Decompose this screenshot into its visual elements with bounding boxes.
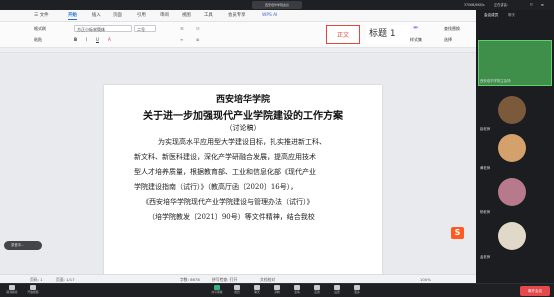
font-size-select[interactable]: 二号 (134, 25, 156, 32)
members-button[interactable]: 成员 (228, 284, 246, 297)
tab-view[interactable]: 视图 (182, 12, 191, 20)
meeting-title[interactable]: 西安培华学院会议 (252, 1, 302, 9)
avatar[interactable] (498, 134, 526, 162)
participant-name: 西安培华学院主会场 (480, 79, 511, 83)
speaker-indicator: 正在讲话： (494, 3, 510, 7)
participant-name: 孟老师 (480, 255, 491, 259)
tab-page[interactable]: 页面 (113, 12, 122, 20)
style-brush-icon[interactable]: ✒ (413, 25, 419, 32)
document-canvas: 西安培华学院 关于进一步加强现代产业学院建设的工作方案 （讨论稿） 为实现高水平… (0, 53, 476, 274)
doc-title: 关于进一步加强现代产业学院建设的工作方案 (143, 111, 343, 122)
avatar[interactable] (498, 178, 526, 206)
tab-home[interactable]: 开始 (68, 12, 77, 20)
record-button[interactable]: 录制 (268, 284, 286, 297)
avatar[interactable] (498, 222, 526, 250)
menu-tab-bar: 三 文件 开始 插入 页面 引用 审阅 视图 工具 会员专享 WPS AI (0, 10, 476, 22)
tab-members[interactable]: 会议成员 (484, 12, 498, 19)
status-doc-check[interactable]: 文档校对 (260, 276, 275, 283)
align-icon[interactable]: ≡ (180, 36, 183, 43)
format-painter-button[interactable]: 格式刷 (34, 25, 46, 32)
style-body-button[interactable]: 正文 (326, 25, 360, 44)
apps-button[interactable]: 应用 (308, 284, 326, 297)
wps-writer-window: 三 文件 开始 插入 页面 引用 审阅 视图 工具 会员专享 WPS AI 格式… (0, 10, 476, 283)
status-spell[interactable]: 拼写检查: 打开 (212, 276, 237, 283)
layout-icon[interactable]: ⊞ (541, 2, 544, 8)
share-screen-button[interactable]: 共享屏幕 (208, 284, 226, 297)
doc-line: （培学院教发〔2021〕90号）等文件精神，结合我校 (148, 213, 315, 221)
tab-member[interactable]: 会员专享 (228, 12, 246, 20)
underline-button[interactable]: U (96, 36, 99, 43)
doc-subtitle: （讨论稿） (225, 124, 261, 132)
avatar[interactable] (498, 96, 526, 124)
meeting-control-bar: 取消静音 开启视频 共享屏幕 成员 聊天 录制 表情 应用 设置 更多 离开会议 (0, 283, 554, 297)
doc-line: 型人才培养质量，根据教育部、工业和信息化部《现代产业 (134, 168, 316, 176)
video-button[interactable]: 开启视频 (24, 284, 42, 297)
font-family-select[interactable]: 方正小标宋简体 (74, 25, 132, 32)
network-speed: 370KB/6KB/s (464, 3, 485, 7)
screen: 西安培华学院会议 370KB/6KB/s 正在讲话： ☷ ⊞ 三 文件 开始 插… (0, 0, 554, 297)
document-page[interactable]: 西安培华学院 关于进一步加强现代产业学院建设的工作方案 （讨论稿） 为实现高水平… (104, 85, 382, 274)
zoom-level[interactable]: 100% (420, 276, 431, 283)
italic-button[interactable]: I (86, 36, 87, 43)
tab-reference[interactable]: 引用 (137, 12, 146, 20)
find-replace-button[interactable]: 查找替换 (444, 25, 460, 32)
tab-tools[interactable]: 工具 (204, 12, 213, 20)
participants-panel: 会议成员 聊天 西安培华学院主会场 赵老师 黄老师 杨老师 孟老师 (476, 10, 554, 283)
tab-review[interactable]: 审阅 (160, 12, 169, 20)
style-heading1-button[interactable]: 标题 1 (366, 25, 410, 44)
paste-button[interactable]: 粘贴 (34, 36, 42, 43)
font-color-button[interactable]: A (108, 36, 111, 43)
status-bar: 页码: 1 页面: 1/17 字数: 8678 拼写检查: 打开 文档校对 10… (0, 274, 476, 283)
doc-school-name: 西安培华学院 (215, 95, 270, 105)
wps-s-icon[interactable]: S (451, 227, 464, 239)
more-button[interactable]: 更多 (348, 284, 366, 297)
bold-button[interactable]: B (74, 36, 77, 43)
select-button[interactable]: 选择 (444, 36, 452, 43)
tab-wps-ai[interactable]: WPS AI (262, 12, 277, 20)
tab-insert[interactable]: 插入 (92, 12, 101, 20)
settings-button[interactable]: 设置 (328, 284, 346, 297)
style-set-button[interactable]: 样式集 (410, 36, 422, 43)
ribbon-toolbar: 格式刷 粘贴 方正小标宋简体 二号 B I U A ☰ ☷ ≡ ≣ 正文 标题 … (0, 22, 476, 48)
doc-line: 《西安培华学院现代产业学院建设与管理办法（试行）》 (142, 198, 314, 206)
doc-line: 为实现高水平应用型大学建设目标，扎实推进新工科、 (158, 138, 326, 146)
grid-view-icon[interactable]: ☷ (530, 2, 533, 8)
justify-icon[interactable]: ≣ (196, 36, 199, 43)
mute-button[interactable]: 取消静音 (3, 284, 21, 297)
status-words[interactable]: 字数: 8678 (180, 276, 200, 283)
status-pages[interactable]: 页面: 1/17 (56, 276, 75, 283)
numbering-icon[interactable]: ☷ (196, 25, 200, 32)
doc-line: 新文科、新医科建设，深化产学研融合发展，提高应用技术 (134, 153, 316, 161)
participant-name: 杨老师 (480, 210, 491, 214)
doc-line: 学院建设指南（试行）》（教高厅函〔2020〕16号）， (134, 183, 298, 191)
recording-toast: 录音中... (4, 241, 42, 250)
reaction-button[interactable]: 表情 (288, 284, 306, 297)
participant-name: 赵老师 (480, 127, 491, 131)
file-menu[interactable]: 三 文件 (34, 12, 49, 20)
status-page: 页码: 1 (30, 277, 43, 282)
bullets-icon[interactable]: ☰ (180, 25, 184, 32)
chat-button[interactable]: 聊天 (248, 284, 266, 297)
tab-chat[interactable]: 聊天 (508, 12, 515, 19)
participant-name: 黄老师 (480, 166, 491, 170)
leave-meeting-button[interactable]: 离开会议 (520, 286, 550, 296)
